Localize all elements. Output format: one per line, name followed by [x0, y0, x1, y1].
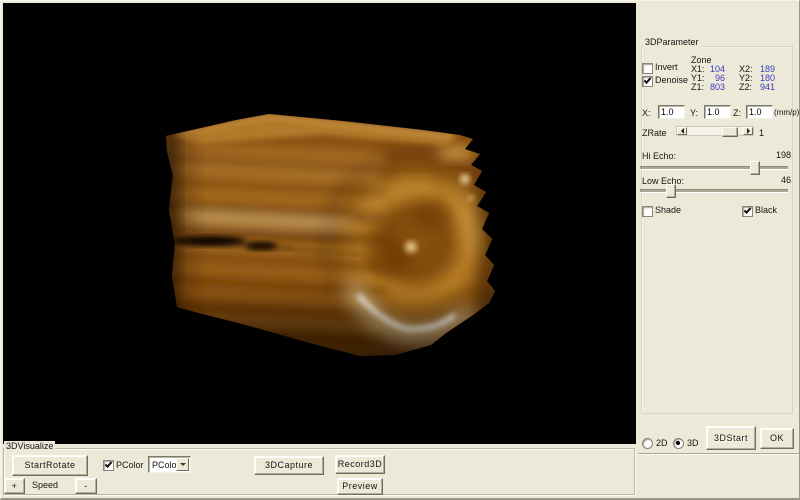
invert-checkbox[interactable] — [642, 63, 653, 74]
shade-checkbox[interactable] — [642, 206, 653, 217]
zrate-thumb[interactable] — [722, 127, 738, 137]
preview-button[interactable]: Preview — [337, 478, 383, 495]
black-label: Black — [755, 205, 777, 216]
mode-2d-radio[interactable] — [642, 438, 653, 449]
zrate-scrollbar[interactable] — [676, 126, 754, 136]
pcolor-dropdown[interactable]: PColor — [148, 456, 191, 473]
dropdown-arrow-icon[interactable] — [176, 458, 189, 471]
speed-plus-button[interactable]: + — [4, 478, 25, 494]
radio-dot-icon — [676, 441, 680, 445]
scale-z-input[interactable] — [746, 105, 773, 119]
zrate-left-arrow-icon[interactable] — [677, 127, 687, 135]
mode-2d-label: 2D — [656, 438, 668, 449]
mode-3d-label: 3D — [687, 438, 699, 449]
record-button[interactable]: Record3D — [335, 455, 385, 474]
black-checkbox[interactable] — [742, 206, 753, 217]
application-window: 3DParameter Invert Denoise Zone X1: 104 … — [0, 0, 800, 500]
speed-label: Speed — [32, 480, 58, 491]
capture-button[interactable]: 3DCapture — [254, 456, 324, 475]
visualize-panel-title: 3DVisualize — [4, 441, 55, 452]
hi-echo-label: Hi Echo: — [642, 151, 676, 162]
3dstart-button[interactable]: 3DStart — [706, 426, 756, 450]
invert-label: Invert — [655, 62, 678, 73]
check-icon — [105, 460, 113, 468]
low-echo-thumb[interactable] — [666, 184, 676, 198]
check-icon — [644, 76, 652, 84]
panel-divider — [638, 453, 799, 455]
scale-y-label: Y: — [690, 108, 698, 119]
shade-label: Shade — [655, 205, 681, 216]
scale-unit-label: (mm/p) — [774, 107, 799, 118]
scale-z-label: Z: — [733, 108, 741, 119]
scale-y-input[interactable] — [704, 105, 731, 119]
zrate-value: 1 — [759, 128, 764, 139]
start-rotate-button[interactable]: StartRotate — [12, 455, 88, 476]
pcolor-label: PColor — [116, 460, 144, 471]
low-echo-label: Low Echo: — [642, 176, 684, 187]
speed-minus-button[interactable]: - — [75, 478, 97, 494]
ok-button[interactable]: OK — [760, 428, 794, 449]
zrate-right-arrow-icon[interactable] — [743, 127, 753, 135]
zone-z2-value: 941 — [751, 82, 775, 93]
zone-z1-value: 803 — [701, 82, 725, 93]
3d-viewport[interactable] — [3, 3, 636, 444]
parameter-panel-title: 3DParameter — [643, 37, 701, 48]
low-echo-track[interactable] — [640, 189, 788, 193]
low-echo-value: 46 — [771, 175, 791, 186]
hi-echo-thumb[interactable] — [750, 161, 760, 175]
denoise-checkbox[interactable] — [642, 76, 653, 87]
volume-render — [3, 3, 636, 444]
scale-x-input[interactable] — [658, 105, 685, 119]
mode-3d-radio[interactable] — [673, 438, 684, 449]
hi-echo-track[interactable] — [640, 166, 788, 170]
pcolor-checkbox[interactable] — [103, 460, 114, 471]
hi-echo-value: 198 — [771, 150, 791, 161]
denoise-label: Denoise — [655, 75, 688, 86]
parameter-groupbox — [641, 46, 793, 414]
zrate-label: ZRate — [642, 128, 667, 139]
scale-x-label: X: — [642, 108, 651, 119]
check-icon — [744, 206, 752, 214]
parameter-panel: 3DParameter Invert Denoise Zone X1: 104 … — [637, 1, 800, 500]
